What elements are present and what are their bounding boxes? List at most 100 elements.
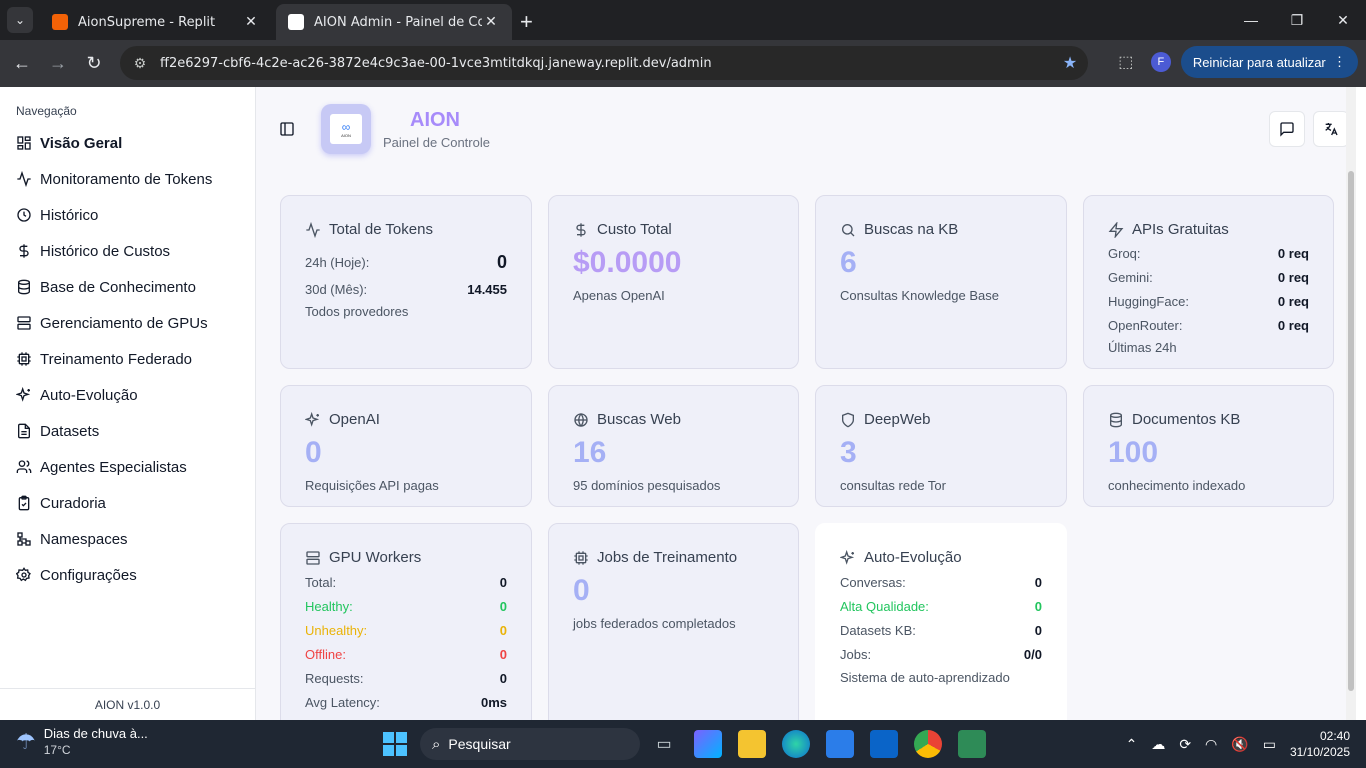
chat-button[interactable] bbox=[1269, 111, 1305, 147]
api-label: OpenRouter: bbox=[1108, 318, 1183, 333]
aion-logo: ∞ AION bbox=[321, 104, 371, 154]
sidebar-item-namespaces[interactable]: Namespaces bbox=[16, 527, 128, 551]
jobs-value: 0 bbox=[573, 574, 590, 607]
notepad-icon[interactable] bbox=[958, 730, 986, 758]
m365-icon[interactable] bbox=[694, 730, 722, 758]
address-bar[interactable]: ⚙ ff2e6297-cbf6-4c2e-ac26-3872e4c9c3ae-0… bbox=[120, 46, 1088, 80]
sidebar-item-label: Curadoria bbox=[40, 494, 106, 512]
windows-taskbar: ☂ Dias de chuva à... 17°C ⌕ Pesquisar ▭ … bbox=[0, 720, 1366, 768]
card-note: consultas rede Tor bbox=[840, 478, 946, 493]
close-tab-icon[interactable]: ✕ bbox=[242, 14, 260, 30]
sidebar-item-configuracoes[interactable]: Configurações bbox=[16, 563, 137, 587]
tab-replit[interactable]: AionSupreme - Replit ✕ bbox=[40, 4, 272, 40]
chrome-icon[interactable] bbox=[914, 730, 942, 758]
card-title: OpenAI bbox=[329, 411, 380, 428]
tokens-month-label: 30d (Mês): bbox=[305, 282, 368, 297]
sidebar-item-agentes[interactable]: Agentes Especialistas bbox=[16, 455, 187, 479]
scrollbar-thumb[interactable] bbox=[1348, 171, 1354, 691]
edge-icon[interactable] bbox=[782, 730, 810, 758]
clock-icon bbox=[16, 207, 32, 223]
taskbar-search[interactable]: ⌕ Pesquisar bbox=[420, 728, 640, 760]
windows-start-icon[interactable] bbox=[383, 732, 407, 756]
card-note: Sistema de auto-aprendizado bbox=[840, 670, 1010, 685]
outlook-icon[interactable] bbox=[870, 730, 898, 758]
sidebar-item-label: Visão Geral bbox=[40, 134, 123, 152]
extensions-icon[interactable]: ⬚ bbox=[1111, 52, 1141, 72]
shield-icon bbox=[842, 412, 854, 427]
battery-icon[interactable]: ▭ bbox=[1263, 736, 1276, 753]
back-icon[interactable]: ← bbox=[4, 53, 40, 74]
card-buscas-kb: Buscas na KB 6 Consultas Knowledge Base bbox=[815, 195, 1067, 369]
task-view-icon[interactable]: ▭ bbox=[650, 730, 678, 758]
wifi-icon[interactable]: ◠ bbox=[1205, 736, 1217, 753]
dollar-icon bbox=[16, 243, 32, 259]
clipboard-icon bbox=[16, 495, 32, 511]
sidebar-item-curadoria[interactable]: Curadoria bbox=[16, 491, 106, 515]
reload-icon[interactable]: ↻ bbox=[76, 53, 112, 74]
minimize-icon[interactable]: — bbox=[1228, 0, 1274, 40]
cost-value: $0.0000 bbox=[573, 246, 682, 279]
sidebar-item-tokens[interactable]: Monitoramento de Tokens bbox=[16, 167, 212, 191]
gpu-healthy-value: 0 bbox=[499, 599, 507, 614]
close-window-icon[interactable]: ✕ bbox=[1320, 0, 1366, 40]
sidebar-item-base-conhecimento[interactable]: Base de Conhecimento bbox=[16, 275, 196, 299]
web-value: 16 bbox=[573, 436, 607, 469]
sidebar-item-label: Auto-Evolução bbox=[40, 386, 138, 404]
sidebar-item-auto-evolucao[interactable]: Auto-Evolução bbox=[16, 383, 138, 407]
onedrive-icon[interactable]: ☁ bbox=[1151, 736, 1165, 753]
sidebar-item-label: Agentes Especialistas bbox=[40, 458, 187, 476]
card-title: Auto-Evolução bbox=[864, 549, 962, 566]
sidebar-title: Navegação bbox=[16, 104, 77, 118]
sidebar-item-datasets[interactable]: Datasets bbox=[16, 419, 99, 443]
gpu-value: 0ms bbox=[480, 695, 507, 710]
volume-muted-icon[interactable]: 🔇 bbox=[1231, 736, 1248, 753]
evo-label: Jobs: bbox=[840, 647, 872, 662]
chevron-up-icon[interactable]: ⌃ bbox=[1126, 736, 1138, 753]
tab-aion-admin[interactable]: AION Admin - Painel de Controle ✕ bbox=[276, 4, 512, 40]
site-info-icon[interactable]: ⚙ bbox=[124, 55, 156, 72]
card-title: GPU Workers bbox=[329, 549, 422, 566]
clock-time: 02:40 bbox=[1319, 729, 1350, 743]
url-text[interactable]: ff2e6297-cbf6-4c2e-ac26-3872e4c9c3ae-00-… bbox=[160, 56, 1052, 71]
main-dashboard: ∞ AION AION Painel de Controle Total de … bbox=[256, 87, 1356, 720]
sparkles-icon bbox=[305, 411, 320, 427]
forward-icon[interactable]: → bbox=[40, 53, 76, 74]
aion-favicon-icon bbox=[288, 14, 304, 30]
sidebar-item-gpus[interactable]: Gerenciamento de GPUs bbox=[16, 311, 208, 335]
clock[interactable]: 02:40 31/10/2025 bbox=[1290, 728, 1350, 760]
file-explorer-icon[interactable] bbox=[738, 730, 766, 758]
layout-grid-icon bbox=[16, 135, 32, 151]
search-icon bbox=[842, 223, 855, 236]
sidebar-item-label: Monitoramento de Tokens bbox=[40, 170, 213, 188]
gpu-label: Avg Latency: bbox=[305, 695, 380, 710]
sidebar-item-treinamento[interactable]: Treinamento Federado bbox=[16, 347, 192, 371]
store-icon[interactable] bbox=[826, 730, 854, 758]
sidebar-item-visao-geral[interactable]: Visão Geral bbox=[16, 131, 122, 155]
sidebar-item-custos[interactable]: Histórico de Custos bbox=[16, 239, 170, 263]
language-button[interactable] bbox=[1313, 111, 1349, 147]
gpu-value: 0 bbox=[499, 671, 507, 686]
close-tab-icon[interactable]: ✕ bbox=[482, 14, 500, 30]
gpu-offline-value: 0 bbox=[499, 647, 507, 662]
update-button[interactable]: Reiniciar para atualizar ⋮ bbox=[1180, 46, 1358, 78]
sync-icon[interactable]: ⟳ bbox=[1179, 736, 1191, 753]
bookmark-star-icon[interactable]: ★ bbox=[1052, 53, 1088, 73]
card-title: DeepWeb bbox=[864, 411, 931, 428]
deepweb-value: 3 bbox=[840, 436, 857, 469]
cpu-icon bbox=[16, 351, 32, 367]
sidebar-toggle-icon[interactable] bbox=[279, 121, 295, 137]
evo-quality-label: Alta Qualidade: bbox=[840, 599, 929, 614]
kb-docs-value: 100 bbox=[1108, 436, 1159, 469]
umbrella-icon: ☂ bbox=[16, 729, 36, 754]
gpu-unhealthy-label: Unhealthy: bbox=[305, 623, 368, 638]
profile-avatar[interactable]: F bbox=[1150, 52, 1171, 72]
tab-search-button[interactable]: ⌄ bbox=[7, 7, 33, 33]
main-scrollbar[interactable] bbox=[1346, 87, 1356, 720]
activity-icon bbox=[16, 171, 32, 187]
card-title: Custo Total bbox=[597, 221, 672, 238]
gpu-offline-label: Offline: bbox=[305, 647, 346, 662]
new-tab-icon[interactable]: + bbox=[520, 9, 533, 35]
maximize-icon[interactable]: ❐ bbox=[1274, 0, 1320, 40]
sidebar-item-historico[interactable]: Histórico bbox=[16, 203, 98, 227]
weather-widget[interactable]: ☂ Dias de chuva à... 17°C bbox=[16, 726, 148, 758]
